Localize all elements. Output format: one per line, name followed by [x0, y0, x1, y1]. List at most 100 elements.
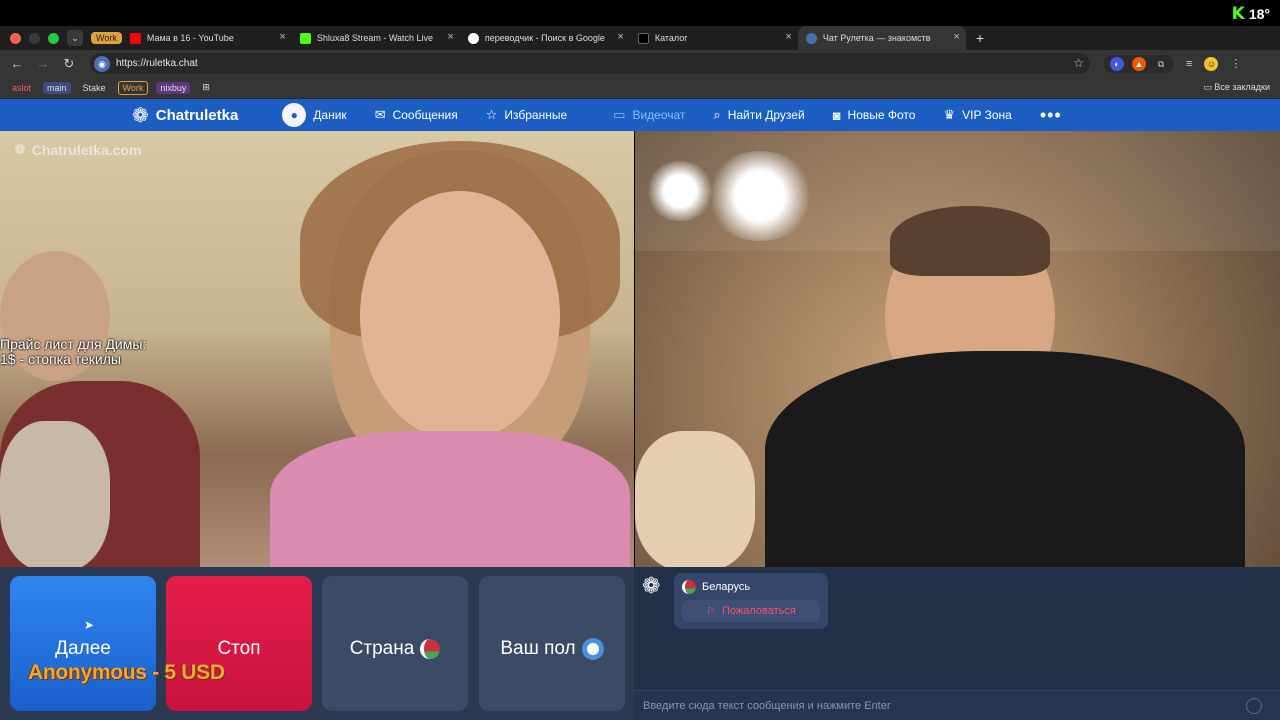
report-button[interactable]: ⚐ Пожаловаться — [682, 600, 820, 622]
top-strip: K 18° — [0, 0, 1280, 26]
watermark-text: Chatruletka.com — [31, 141, 142, 158]
more-menu-icon[interactable]: ⋮ — [1230, 57, 1241, 70]
country-filter-button[interactable]: Страна — [322, 576, 468, 711]
new-tab-plus-icon[interactable]: + — [976, 30, 984, 46]
button-label: Далее — [55, 637, 111, 659]
youtube-icon — [129, 32, 141, 44]
tab-group-label[interactable]: Work — [91, 32, 122, 44]
nav-more[interactable]: ••• — [1040, 99, 1062, 131]
nav-label: Избранные — [504, 108, 568, 122]
tab-title: Чат Рулетка — знакомств — [822, 33, 931, 43]
partner-video — [635, 131, 1280, 567]
emoji-icon[interactable] — [1246, 698, 1262, 714]
nav-new-photos[interactable]: ◙ Новые Фото — [833, 99, 916, 131]
bookmarks-bar: aslot main Stake Work nixbuy ⊞ ▭ Все зак… — [0, 77, 1280, 99]
maximize-window-button[interactable] — [48, 32, 59, 44]
bookmark-work[interactable]: Work — [117, 80, 149, 95]
donation-alert: Anonymous - 5 USD — [28, 661, 225, 684]
nav-label: Даник — [313, 108, 347, 122]
bookmark-aslot[interactable]: aslot — [8, 82, 35, 94]
site-logo[interactable]: ❁ Chatruletka — [132, 103, 238, 128]
partner-country-label: Беларусь — [702, 581, 751, 593]
tab-search-icon[interactable]: ⌄ — [67, 30, 83, 46]
site-watermark: ❁ Chatruletka.com — [14, 141, 141, 158]
bookmark-main[interactable]: main — [43, 81, 71, 94]
back-arrow-icon[interactable]: ← — [4, 56, 30, 71]
reload-icon[interactable]: ↻ — [56, 56, 82, 72]
close-icon[interactable]: × — [279, 31, 285, 43]
video-clothing-shape — [270, 431, 630, 567]
mouse-cursor-icon: ➤ — [84, 618, 95, 632]
next-button[interactable]: Далее — [10, 576, 156, 711]
nav-label: Видеочат — [632, 108, 686, 122]
video-camera-icon: ▭ — [613, 107, 626, 122]
extension-icon[interactable]: ◐ — [1110, 56, 1124, 71]
tab-kick-stream[interactable]: Shluxa8 Stream - Watch Live × — [292, 26, 460, 50]
brand-name: Chatruletka — [155, 106, 239, 124]
stream-overlay-text: Прайс лист для Димы: 1$ - стопка текилы — [0, 337, 146, 367]
extensions-group: ◐ ▲ ⧉ — [1104, 54, 1174, 73]
profile-avatar-icon[interactable]: ☺ — [1204, 56, 1219, 71]
forward-arrow-icon[interactable]: → — [30, 56, 56, 71]
toolbar: ← → ↻ ◉ https://ruletka.chat ☆ ◐ ▲ ⧉ ≡ ☺… — [0, 50, 1280, 77]
chatruletka-logo-icon: ❁ — [14, 141, 26, 157]
chatruletka-logo-icon: ❁ — [642, 573, 661, 598]
all-bookmarks[interactable]: ▭ Все закладки — [1203, 82, 1270, 93]
star-icon: ☆ — [485, 107, 498, 122]
extension-icon[interactable]: ▲ — [1132, 56, 1146, 71]
nav-label: Найти Друзей — [727, 108, 805, 122]
gender-select-button[interactable]: Ваш пол — [479, 576, 625, 711]
nav-favorites[interactable]: ☆ Избранные — [486, 99, 567, 131]
tab-catalog[interactable]: Каталог × — [630, 26, 798, 50]
chatruletka-logo-icon: ❁ — [132, 104, 149, 127]
window-controls — [0, 32, 59, 44]
address-bar[interactable]: ◉ https://ruletka.chat ☆ — [90, 53, 1090, 74]
close-icon[interactable]: × — [617, 31, 623, 43]
puzzle-icon[interactable]: ⧉ — [1154, 57, 1168, 71]
gender-icon — [581, 637, 604, 660]
url-text[interactable]: https://ruletka.chat — [116, 58, 198, 69]
nav-find-friends[interactable]: ⌕ Найти Друзей — [713, 99, 804, 131]
partner-info-bubble: Беларусь ⚐ Пожаловаться — [674, 573, 828, 629]
site-info-icon[interactable]: ◉ — [94, 55, 110, 72]
close-icon[interactable]: × — [447, 31, 453, 43]
tab-title: Shluxa8 Stream - Watch Live — [316, 33, 434, 43]
minimize-window-button[interactable] — [29, 32, 40, 44]
avatar: ● — [282, 103, 307, 127]
kick-logo-icon: K — [1231, 4, 1245, 24]
button-label: Ваш пол — [500, 637, 576, 659]
button-label: Страна — [349, 637, 415, 659]
bookmark-star-icon[interactable]: ☆ — [1073, 56, 1084, 70]
chat-message-input[interactable] — [643, 699, 1223, 712]
envelope-icon: ✉ — [374, 107, 386, 122]
belarus-flag-icon — [420, 638, 441, 659]
media-controls-icon[interactable]: ≡ — [1186, 58, 1192, 70]
bookmark-stake[interactable]: Stake — [79, 82, 110, 94]
video-object-shape — [635, 431, 755, 567]
tab-google-search[interactable]: переводчик - Поиск в Google × — [460, 26, 630, 50]
close-window-button[interactable] — [10, 32, 21, 44]
chat-panel: ❁ Беларусь ⚐ Пожаловаться — [634, 567, 1280, 720]
nav-messages[interactable]: ✉ Сообщения — [375, 99, 458, 131]
toolbar-right: ≡ ☺ ⋮ — [1186, 56, 1241, 71]
camera-icon: ◙ — [832, 107, 841, 123]
video-face-shape — [360, 191, 560, 441]
close-icon[interactable]: × — [953, 31, 959, 43]
nav-label: VIP Зона — [962, 108, 1012, 122]
nav-profile[interactable]: ● Даник — [282, 99, 347, 131]
video-clothing-shape — [765, 351, 1245, 567]
close-icon[interactable]: × — [785, 31, 791, 43]
google-icon — [467, 32, 479, 44]
apps-grid-icon[interactable]: ⊞ — [198, 81, 214, 94]
nav-vip[interactable]: ♛ VIP Зона — [943, 99, 1011, 131]
overlay-line: 1$ - стопка текилы — [0, 351, 121, 367]
tab-chatruletka[interactable]: Чат Рулетка — знакомств × — [797, 26, 966, 50]
nav-videochat[interactable]: ▭ Видеочат — [613, 99, 685, 131]
flag-icon: ⚐ — [706, 605, 716, 618]
stop-button[interactable]: Стоп — [166, 576, 312, 711]
button-label: Стоп — [217, 637, 261, 659]
kick-badge: K 18° — [1232, 4, 1270, 24]
tab-youtube[interactable]: Мама в 16 - YouTube × — [122, 26, 292, 50]
kick-badge-text: 18° — [1248, 6, 1270, 22]
bookmark-nixbuy[interactable]: nixbuy — [156, 81, 191, 94]
